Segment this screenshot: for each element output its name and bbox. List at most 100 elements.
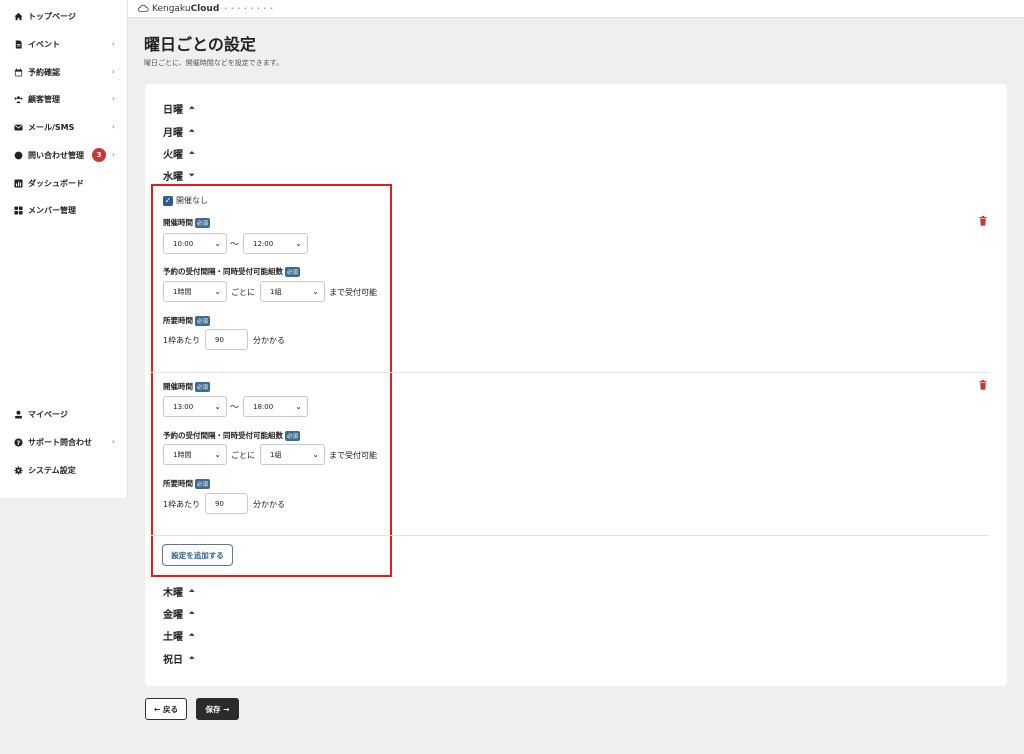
sidebar-item-support[interactable]: ? サポート問合わせ › bbox=[0, 432, 128, 452]
sidebar-item-label: 予約確認 bbox=[28, 67, 60, 77]
day-label: 木曜 bbox=[163, 588, 183, 599]
chevron-right-icon: › bbox=[111, 39, 115, 48]
mail-icon bbox=[14, 123, 23, 132]
day-tuesday[interactable]: 火曜 ⏶ bbox=[163, 146, 195, 161]
end-time-select[interactable]: 18:00 ⌄ bbox=[243, 396, 308, 417]
brand-logo[interactable]: Kengaku Cloud • • • • • • • • bbox=[137, 4, 274, 14]
notification-badge: 3 bbox=[92, 148, 106, 162]
chevron-right-icon: › bbox=[111, 67, 115, 76]
day-holiday[interactable]: 祝日 ⏶ bbox=[163, 651, 195, 666]
sidebar-item-inquiries[interactable]: 問い合わせ管理 3 › bbox=[0, 145, 128, 165]
day-label: 祝日 bbox=[163, 655, 183, 666]
day-label: 土曜 bbox=[163, 632, 183, 643]
caret-up-icon: ⏶ bbox=[189, 104, 195, 112]
interval-label: 予約の受付間隔・同時受付可能組数 必須 bbox=[163, 266, 301, 277]
day-monday[interactable]: 月曜 ⏶ bbox=[163, 124, 195, 139]
caret-up-icon: ⏶ bbox=[189, 127, 195, 135]
sidebar-item-label: 顧客管理 bbox=[28, 94, 60, 104]
day-saturday[interactable]: 土曜 ⏶ bbox=[163, 628, 195, 643]
per-slot-text: 1枠あたり bbox=[163, 336, 201, 345]
interval-select[interactable]: 1時間 ⌄ bbox=[163, 281, 227, 302]
hours-label: 開催時間 必須 bbox=[163, 217, 211, 228]
every-text: ごとに bbox=[231, 451, 255, 460]
gear-icon bbox=[14, 465, 23, 475]
sidebar-item-mypage[interactable]: マイページ bbox=[0, 404, 128, 424]
closed-label: 開催なし bbox=[176, 196, 208, 205]
duration-input[interactable]: 90 bbox=[205, 329, 248, 350]
end-time-select[interactable]: 12:00 ⌄ bbox=[243, 233, 308, 254]
chevron-down-icon: ⌄ bbox=[312, 287, 319, 296]
day-wednesday[interactable]: 水曜 ⏷ bbox=[163, 168, 195, 183]
duration-input[interactable]: 90 bbox=[205, 493, 248, 514]
required-badge: 必須 bbox=[285, 266, 301, 277]
top-bar: Kengaku Cloud • • • • • • • • bbox=[128, 0, 1024, 18]
day-thursday[interactable]: 木曜 ⏶ bbox=[163, 584, 195, 599]
page-subtitle: 曜日ごとに、開催時間などを設定できます。 bbox=[144, 59, 284, 67]
save-button[interactable]: 保存 → bbox=[196, 698, 239, 720]
day-sunday[interactable]: 日曜 ⏶ bbox=[163, 101, 195, 116]
chevron-right-icon: › bbox=[111, 122, 115, 131]
caret-up-icon: ⏶ bbox=[189, 149, 195, 157]
caret-up-icon: ⏶ bbox=[189, 609, 195, 617]
sidebar-item-mail-sms[interactable]: メール/SMS › bbox=[0, 117, 128, 137]
user-icon bbox=[14, 410, 23, 419]
until-text: まで受付可能 bbox=[329, 451, 377, 460]
home-icon bbox=[14, 12, 23, 21]
required-badge: 必須 bbox=[195, 315, 211, 326]
until-text: まで受付可能 bbox=[329, 288, 377, 297]
duration-label: 所要時間 必須 bbox=[163, 478, 211, 489]
sidebar-item-label: メール/SMS bbox=[28, 122, 75, 132]
sidebar-item-settings[interactable]: システム設定 bbox=[0, 460, 128, 480]
chevron-down-icon: ⌄ bbox=[295, 402, 302, 411]
interval-select[interactable]: 1時間 ⌄ bbox=[163, 444, 227, 465]
svg-text:?: ? bbox=[17, 439, 21, 446]
closed-checkbox-row[interactable]: ✓ 開催なし bbox=[163, 195, 208, 206]
caret-up-icon: ⏶ bbox=[189, 654, 195, 662]
duration-label: 所要時間 必須 bbox=[163, 315, 211, 326]
add-setting-button[interactable]: 設定を追加する bbox=[162, 544, 233, 566]
calendar-icon bbox=[14, 67, 23, 77]
chevron-down-icon: ⌄ bbox=[214, 450, 221, 459]
caret-up-icon: ⏶ bbox=[189, 587, 195, 595]
chat-icon bbox=[14, 151, 23, 160]
day-label: 水曜 bbox=[163, 172, 183, 183]
chevron-right-icon: › bbox=[111, 437, 115, 446]
checkbox-checked-icon[interactable]: ✓ bbox=[163, 195, 173, 206]
users-icon bbox=[14, 95, 23, 104]
sidebar-item-label: システム設定 bbox=[28, 465, 76, 475]
minutes-text: 分かかる bbox=[253, 500, 285, 509]
sidebar-item-label: トップページ bbox=[28, 11, 76, 21]
sidebar-item-label: サポート問合わせ bbox=[28, 437, 92, 447]
sidebar-item-label: メンバー管理 bbox=[28, 205, 76, 215]
groups-select[interactable]: 1組 ⌄ bbox=[260, 444, 325, 465]
caret-up-icon: ⏶ bbox=[189, 631, 195, 639]
caret-down-icon: ⏷ bbox=[189, 171, 195, 179]
trash-icon[interactable] bbox=[979, 380, 987, 390]
tilde: 〜 bbox=[230, 240, 240, 250]
page-title: 曜日ごとの設定 bbox=[144, 35, 256, 54]
divider bbox=[151, 535, 989, 536]
chart-icon bbox=[14, 178, 23, 188]
divider bbox=[151, 372, 989, 373]
sidebar-item-members[interactable]: メンバー管理 bbox=[0, 200, 128, 220]
sidebar-item-reservations[interactable]: 予約確認 › bbox=[0, 62, 128, 82]
chevron-down-icon: ⌄ bbox=[312, 450, 319, 459]
document-icon bbox=[14, 39, 23, 49]
cloud-logo-icon bbox=[138, 4, 149, 12]
sidebar-item-events[interactable]: イベント › bbox=[0, 34, 128, 54]
groups-select[interactable]: 1組 ⌄ bbox=[260, 281, 325, 302]
day-label: 金曜 bbox=[163, 610, 183, 621]
start-time-select[interactable]: 13:00 ⌄ bbox=[163, 396, 227, 417]
chevron-down-icon: ⌄ bbox=[295, 239, 302, 248]
chevron-down-icon: ⌄ bbox=[214, 287, 221, 296]
sidebar-item-top[interactable]: トップページ bbox=[0, 6, 128, 26]
sidebar-item-dashboard[interactable]: ダッシュボード bbox=[0, 173, 128, 193]
brand-name-prefix: Kengaku bbox=[152, 3, 191, 14]
back-button[interactable]: ← 戻る bbox=[145, 698, 187, 720]
start-time-select[interactable]: 10:00 ⌄ bbox=[163, 233, 227, 254]
sidebar-item-customers[interactable]: 顧客管理 › bbox=[0, 89, 128, 109]
day-friday[interactable]: 金曜 ⏶ bbox=[163, 606, 195, 621]
required-badge: 必須 bbox=[195, 381, 211, 392]
brand-name-suffix: Cloud bbox=[190, 3, 220, 14]
trash-icon[interactable] bbox=[979, 216, 987, 226]
